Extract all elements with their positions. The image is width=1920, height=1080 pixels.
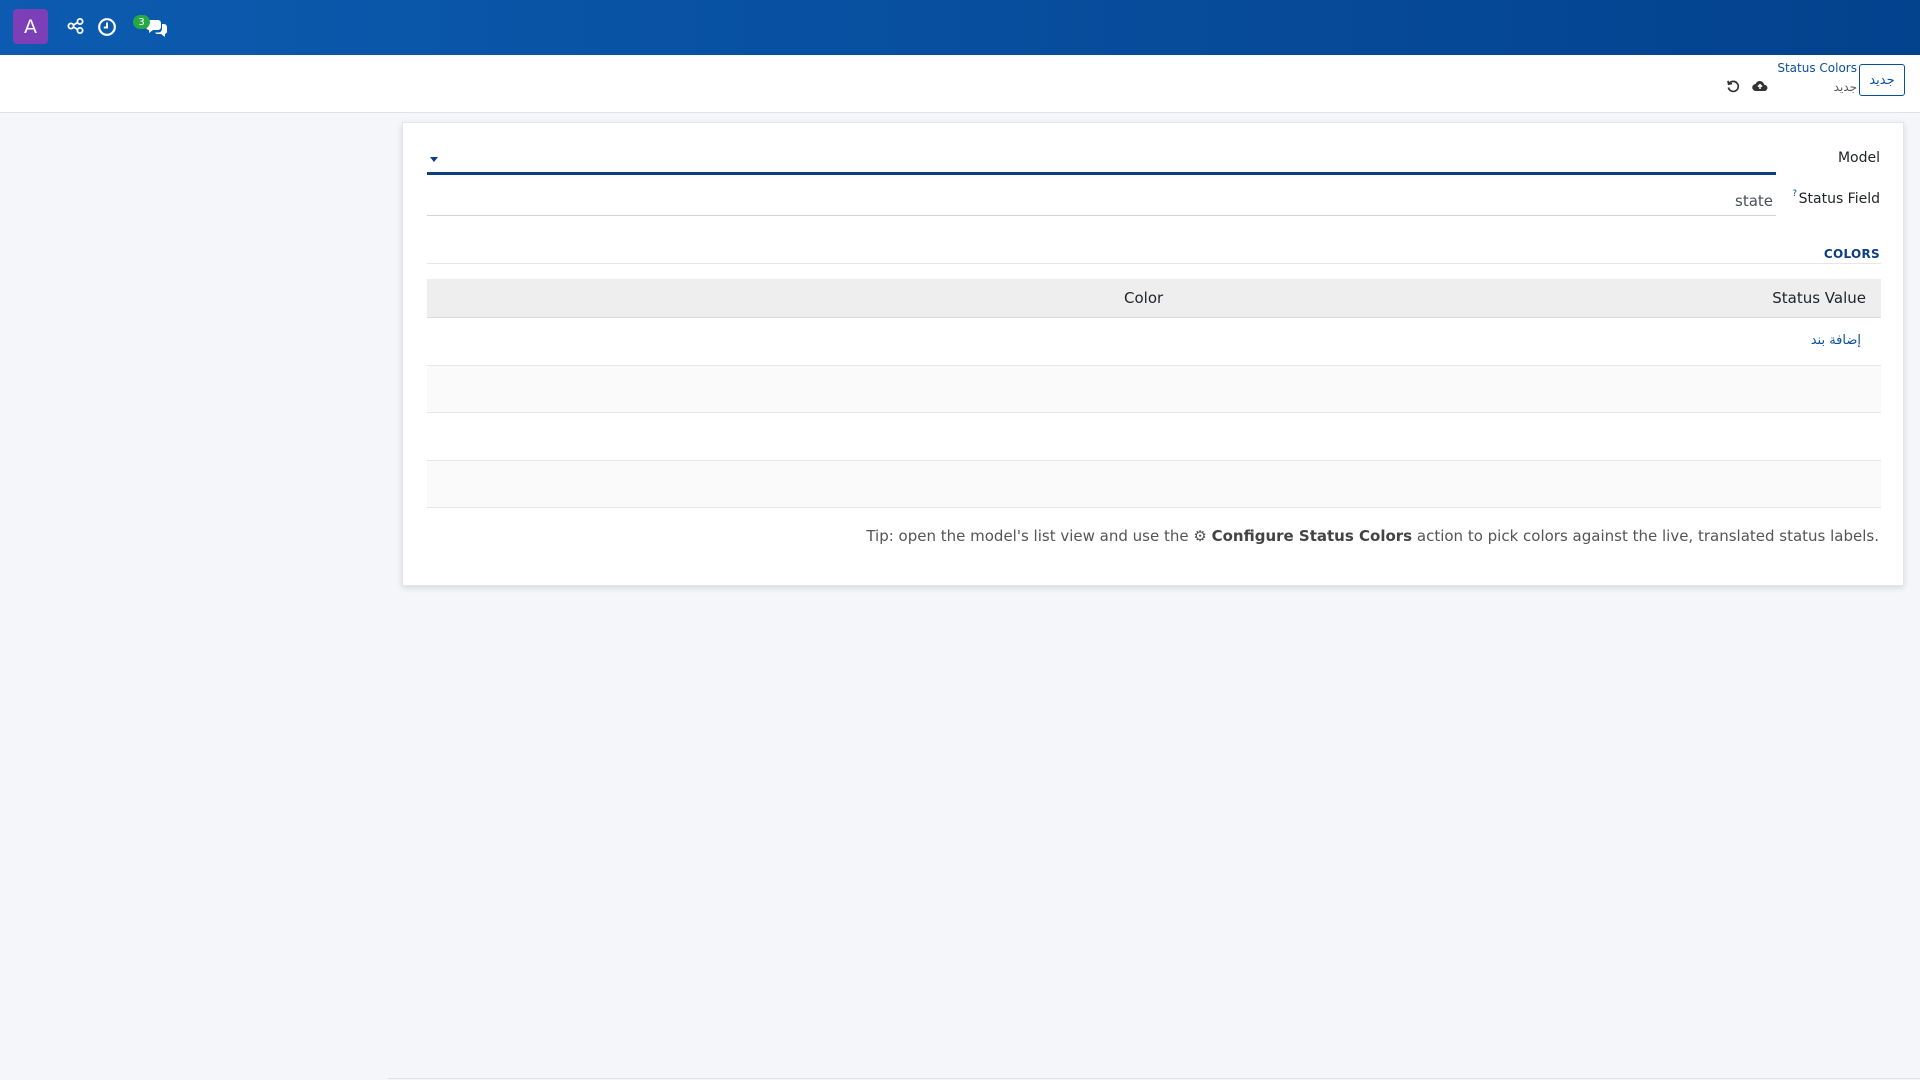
breadcrumb-current: جديد (1833, 80, 1857, 94)
messages-badge: 3 (133, 15, 150, 29)
control-panel: جديد Status Colors جديد (0, 55, 1920, 113)
column-header-color[interactable]: Color (1124, 289, 1163, 307)
table-header: Status Value Color (427, 279, 1881, 318)
configure-status-colors-action: Configure Status Colors (1211, 527, 1413, 545)
column-header-status-value[interactable]: Status Value (1772, 289, 1866, 307)
status-field-input[interactable]: state (427, 187, 1776, 216)
table-row (427, 365, 1881, 413)
form-sheet: Model Status Field ? state COLORS Status… (402, 122, 1904, 586)
share-nodes-icon[interactable] (67, 17, 87, 37)
add-line-link[interactable]: إضافة بند (1811, 333, 1861, 348)
table-row: إضافة بند (427, 318, 1881, 366)
status-field-label: Status Field (1798, 191, 1880, 207)
tip-text: Tip: open the model's list view and use … (866, 527, 1879, 545)
model-label: Model (1837, 150, 1880, 166)
new-button[interactable]: جديد (1859, 64, 1905, 96)
page-bottom-border (388, 1078, 1920, 1079)
colors-table: Status Value Color إضافة بند (427, 279, 1881, 508)
undo-icon[interactable] (1725, 78, 1741, 94)
help-tooltip-icon[interactable]: ? (1792, 189, 1797, 199)
colors-section-title: COLORS (1823, 247, 1880, 261)
table-row (427, 460, 1881, 508)
clock-icon[interactable] (97, 17, 117, 37)
model-select[interactable] (427, 147, 1776, 175)
cloud-upload-icon[interactable] (1752, 78, 1768, 94)
top-navbar: A 3 (0, 0, 1920, 55)
breadcrumb-title[interactable]: Status Colors (1777, 61, 1857, 75)
chevron-down-icon (430, 157, 438, 162)
user-avatar[interactable]: A (13, 9, 48, 44)
status-field-value: state (1735, 192, 1773, 210)
table-row (427, 413, 1881, 461)
gear-icon: ⚙ (1193, 527, 1207, 545)
section-divider (427, 263, 1881, 264)
